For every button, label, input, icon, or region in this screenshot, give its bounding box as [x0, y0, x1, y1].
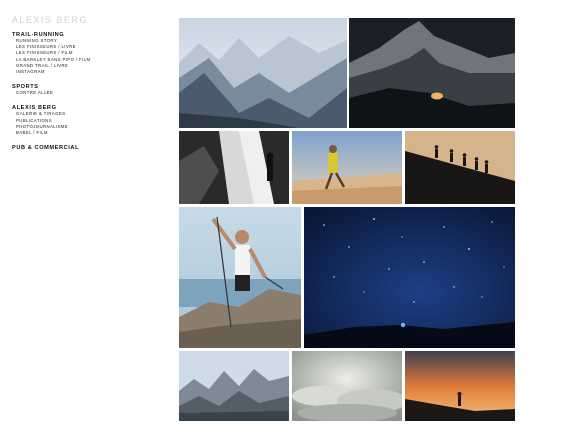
sidebar: ALEXIS BERG TRAIL-RUNNING RUNNING STORY … [12, 15, 162, 151]
photo-desert-runner[interactable] [292, 131, 402, 204]
photo-ridge-silhouettes[interactable] [405, 131, 515, 204]
photo-dark-peak-tent[interactable] [349, 18, 515, 128]
photo-starry-night[interactable] [304, 207, 515, 348]
photo-sunset-runner[interactable] [405, 351, 515, 421]
site-logo[interactable]: ALEXIS BERG [12, 15, 162, 25]
photo-dolomites[interactable] [179, 351, 289, 421]
photo-bw-waterfall-runner[interactable] [179, 131, 289, 204]
nav-section-pub-commercial[interactable]: PUB & COMMERCIAL [12, 145, 162, 151]
photo-mountain-range[interactable] [179, 18, 347, 128]
photo-runner-poles-close[interactable] [179, 207, 301, 348]
photo-cloud-sea[interactable] [292, 351, 402, 421]
